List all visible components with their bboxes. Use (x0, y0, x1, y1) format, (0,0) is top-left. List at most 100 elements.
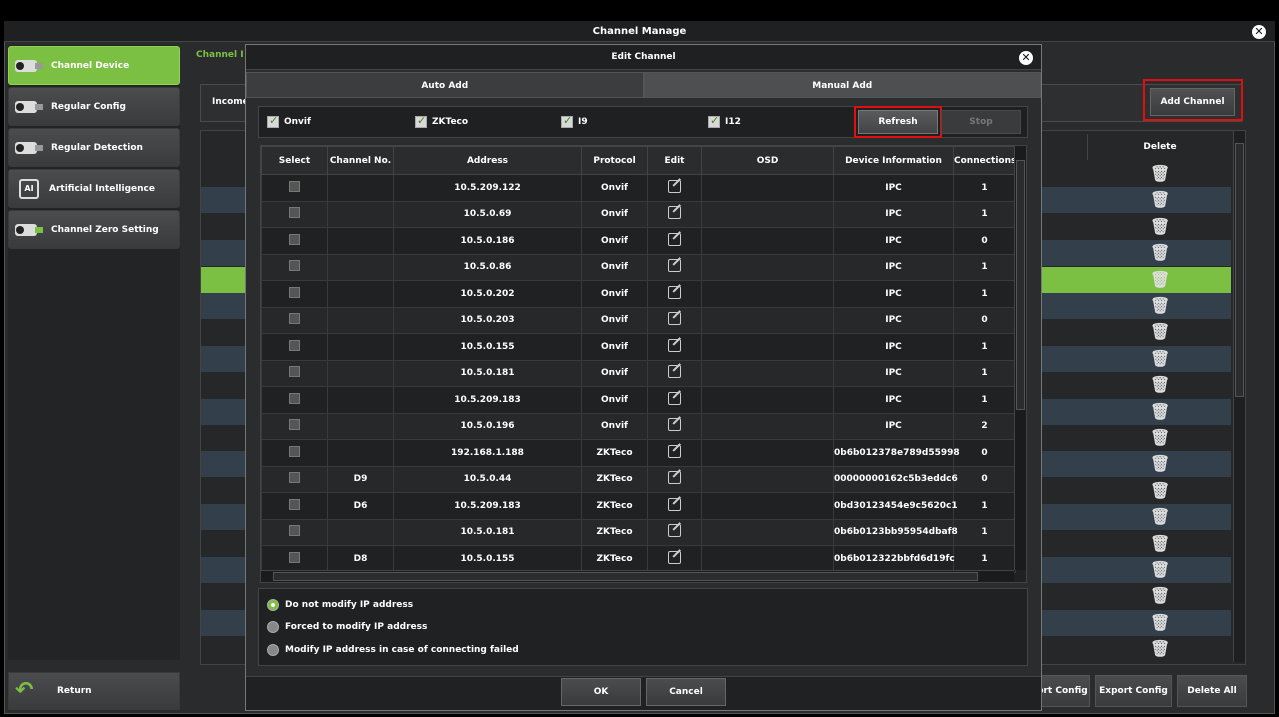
trash-icon[interactable]: 🗑 (1150, 297, 1170, 315)
export-config-button[interactable]: Export Config (1095, 675, 1172, 707)
trash-icon[interactable]: 🗑 (1150, 640, 1170, 658)
sidebar-item-channel-zero-setting[interactable]: Channel Zero Setting (8, 210, 180, 249)
sidebar-item-regular-detection[interactable]: Regular Detection (8, 128, 180, 167)
tab-auto-add[interactable]: Auto Add (246, 72, 644, 98)
edit-icon[interactable] (668, 444, 681, 458)
radio-modify-ip-on-failure[interactable]: Modify IP address in case of connecting … (267, 644, 519, 656)
row-select-checkbox[interactable] (289, 525, 300, 537)
edit-icon[interactable] (668, 206, 681, 220)
protocol-checkbox-i12[interactable]: I12 (708, 114, 741, 128)
trash-icon[interactable]: 🗑 (1150, 244, 1170, 262)
device-table-vertical-scrollbar[interactable] (1014, 146, 1026, 570)
osd-cell (701, 465, 834, 493)
row-select-checkbox[interactable] (289, 233, 300, 245)
edit-icon[interactable] (668, 391, 681, 405)
trash-icon[interactable]: 🗑 (1150, 402, 1170, 421)
sidebar-item-artificial-intelligence[interactable]: AI Artificial Intelligence (8, 169, 180, 208)
row-select-checkbox[interactable] (289, 286, 300, 298)
table-row[interactable]: 10.5.0.203 Onvif IPC 0 (261, 306, 1016, 334)
table-row[interactable]: 10.5.209.183 Onvif IPC 1 (261, 386, 1016, 414)
sidebar-item-regular-config[interactable]: Regular Config (8, 87, 180, 126)
row-select-checkbox[interactable] (289, 207, 300, 219)
table-row[interactable]: D9 10.5.0.44 ZKTeco 00000000162c5b3eddc6 0 (261, 465, 1016, 493)
table-row[interactable]: 10.5.0.202 Onvif IPC 1 (261, 280, 1016, 308)
edit-icon[interactable] (668, 259, 681, 273)
protocol-checkbox-i9[interactable]: I9 (561, 114, 588, 128)
edit-icon[interactable] (668, 418, 681, 432)
trash-icon[interactable]: 🗑 (1150, 323, 1170, 341)
edit-icon[interactable] (668, 365, 681, 379)
trash-icon[interactable]: 🗑 (1150, 534, 1170, 553)
row-select-checkbox[interactable] (289, 551, 300, 563)
channel-table-scrollbar[interactable] (1233, 131, 1245, 662)
trash-icon[interactable]: 🗑 (1150, 455, 1170, 473)
table-row[interactable]: D6 10.5.209.183 ZKTeco 0bd30123454e9c5620c1… (261, 492, 1016, 520)
trash-icon[interactable]: 🗑 (1150, 165, 1170, 183)
import-config-button[interactable]: ort Config (1035, 675, 1090, 707)
trash-icon[interactable]: 🗑 (1150, 191, 1170, 209)
ok-button[interactable]: OK (561, 678, 641, 706)
row-select-checkbox[interactable] (289, 366, 300, 378)
trash-icon[interactable]: 🗑 (1150, 429, 1170, 447)
osd-cell (701, 492, 834, 520)
edit-icon[interactable] (668, 179, 681, 193)
edit-icon[interactable] (668, 338, 681, 352)
table-row[interactable]: 10.5.0.86 Onvif IPC 1 (261, 253, 1016, 281)
row-select-checkbox[interactable] (289, 313, 300, 325)
table-row[interactable]: 10.5.0.155 Onvif IPC 1 (261, 333, 1016, 361)
row-select-checkbox[interactable] (289, 498, 300, 510)
table-cell (647, 227, 702, 255)
trash-icon[interactable]: 🗑 (1150, 270, 1170, 289)
return-button[interactable]: ↶ Return (8, 672, 180, 710)
row-select-checkbox[interactable] (289, 180, 300, 192)
protocol-cell: Onvif (581, 174, 648, 202)
sidebar-item-label: Artificial Intelligence (49, 183, 155, 194)
table-row[interactable]: 10.5.0.181 ZKTeco 0b6b0123bb95954dbaf8 1 (261, 518, 1016, 546)
table-row[interactable]: 10.5.0.69 Onvif IPC 1 (261, 200, 1016, 228)
protocol-checkbox-zkteco[interactable]: ZKTeco (415, 114, 468, 128)
osd-cell (701, 359, 834, 387)
table-row[interactable]: D8 10.5.0.155 ZKTeco 0b6b012322bbfd6d19fc 1 (261, 545, 1016, 573)
trash-icon[interactable]: 🗑 (1150, 217, 1170, 236)
trash-icon[interactable]: 🗑 (1150, 613, 1170, 632)
delete-all-button[interactable]: Delete All (1177, 675, 1247, 707)
table-row[interactable]: 192.168.1.188 ZKTeco 0b6b012378e789d55998 0 (261, 439, 1016, 467)
edit-icon[interactable] (668, 471, 681, 485)
table-row[interactable]: 10.5.0.181 Onvif IPC 1 (261, 359, 1016, 387)
channel-no-cell (327, 174, 394, 202)
table-row[interactable]: 10.5.0.186 Onvif IPC 0 (261, 227, 1016, 255)
row-select-checkbox[interactable] (289, 445, 300, 457)
table-cell (261, 465, 328, 493)
cancel-button[interactable]: Cancel (646, 678, 726, 706)
trash-icon[interactable]: 🗑 (1150, 561, 1170, 579)
radio-do-not-modify-ip[interactable]: Do not modify IP address (267, 599, 413, 611)
trash-icon[interactable]: 🗑 (1150, 349, 1170, 368)
sidebar-item-channel-device[interactable]: Channel Device (8, 46, 180, 85)
trash-icon[interactable]: 🗑 (1150, 481, 1170, 500)
tab-manual-add[interactable]: Manual Add (643, 72, 1041, 98)
row-select-checkbox[interactable] (289, 392, 300, 404)
edit-icon[interactable] (668, 232, 681, 246)
edit-icon[interactable] (668, 524, 681, 538)
edit-icon[interactable] (668, 285, 681, 299)
stop-button[interactable]: Stop (941, 110, 1021, 134)
trash-icon[interactable]: 🗑 (1150, 587, 1170, 605)
row-select-checkbox[interactable] (289, 472, 300, 484)
trash-icon[interactable]: 🗑 (1150, 508, 1170, 526)
protocol-checkbox-onvif[interactable]: Onvif (267, 114, 311, 128)
close-icon[interactable]: ✕ (1019, 51, 1033, 65)
tab-channel[interactable]: Channel I (196, 50, 244, 60)
row-select-checkbox[interactable] (289, 339, 300, 351)
radio-forced-modify-ip[interactable]: Forced to modify IP address (267, 621, 427, 633)
row-select-checkbox[interactable] (289, 419, 300, 431)
edit-icon[interactable] (668, 312, 681, 326)
trash-icon[interactable]: 🗑 (1150, 376, 1170, 394)
edit-icon[interactable] (668, 497, 681, 511)
column-header: Device Information (833, 146, 954, 175)
close-icon[interactable]: ✕ (1252, 25, 1266, 39)
row-select-checkbox[interactable] (289, 260, 300, 272)
device-table-horizontal-scrollbar[interactable] (261, 570, 1014, 582)
table-row[interactable]: 10.5.209.122 Onvif IPC 1 (261, 174, 1016, 202)
edit-icon[interactable] (668, 550, 681, 564)
table-row[interactable]: 10.5.0.196 Onvif IPC 2 (261, 412, 1016, 440)
